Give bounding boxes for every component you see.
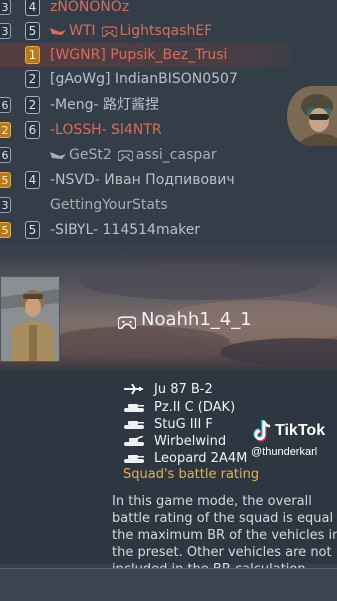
player-row[interactable]: 5 5 -SIBYL- 114514maker xyxy=(0,218,290,242)
player-name: LightsqashEF xyxy=(119,23,213,39)
squad-badge: 3 xyxy=(0,0,11,15)
squad-banner: Noahh1_4_1 xyxy=(0,252,337,370)
tank-icon xyxy=(124,421,144,429)
vehicle-row[interactable]: Pz.II C (DAK) xyxy=(120,399,320,416)
tank-icon xyxy=(124,404,144,412)
tiktok-watermark: TikTok @thunderkarl xyxy=(251,418,337,463)
player-name: [gAoWg] IndianBISON0507 xyxy=(50,71,238,87)
player-row[interactable]: 6 2 -Meng- 路灯酱捏 xyxy=(0,93,290,117)
player-row[interactable]: 3 GettingYourStats xyxy=(0,193,290,217)
clan-tag: GeSt2 xyxy=(69,147,112,163)
rank-badge: 1 xyxy=(25,46,40,64)
player-row[interactable]: 3 5 WTI LightsqashEF xyxy=(0,19,290,43)
rank-badge: 4 xyxy=(25,0,40,16)
player-name-group: GeSt2 assi_caspar xyxy=(50,143,217,167)
squad-badge: 2 xyxy=(0,122,11,138)
rank-badge: 5 xyxy=(25,22,40,40)
player-row[interactable]: 6 GeSt2 assi_caspar xyxy=(0,143,290,167)
player-name: -SIBYL- 114514maker xyxy=(50,222,201,238)
squad-badge: 5 xyxy=(0,222,11,238)
gamepad-icon xyxy=(101,25,117,37)
rank-badge: 2 xyxy=(25,70,40,88)
tiktok-username: @thunderkarl xyxy=(251,446,318,458)
vehicle-name: Ju 87 B-2 xyxy=(154,382,213,397)
rank-badge: 2 xyxy=(25,96,40,114)
gamepad-icon xyxy=(117,149,133,161)
clan-wing-icon xyxy=(50,27,66,35)
player-row[interactable]: 5 4 -NSVD- Иван Подпивович xyxy=(0,168,290,192)
plane-icon xyxy=(124,384,143,395)
clan-tag: WTI xyxy=(69,23,96,39)
squad-badge: 6 xyxy=(0,147,11,163)
vehicle-name: Wirbelwind xyxy=(154,434,227,449)
player-name: -LOSSH- Sl4NTR xyxy=(50,122,162,138)
squad-badge: 3 xyxy=(0,197,11,213)
player-name: GettingYourStats xyxy=(50,197,168,213)
squad-panel: Noahh1_4_1 Ju 87 B-2 Pz.II C (DAK) StuG … xyxy=(0,252,337,577)
squad-badge: 6 xyxy=(0,97,11,113)
squad-badge: 5 xyxy=(0,172,11,188)
player-name: assi_caspar xyxy=(135,147,217,163)
squad-battle-rating-label: Squad's battle rating xyxy=(123,467,260,482)
squad-badge: 3 xyxy=(0,23,11,39)
game-mode-description: In this game mode, the overall battle ra… xyxy=(112,494,337,577)
bottom-bar xyxy=(0,568,337,601)
player-portrait[interactable] xyxy=(0,276,60,362)
spaa-icon xyxy=(124,436,144,446)
player-list: 3 4 zNONONOz 3 5 WTI LightsqashEF 1 [WGNR… xyxy=(0,0,337,246)
tiktok-brand: TikTok xyxy=(275,422,326,439)
vehicle-name: Leopard 2A4M xyxy=(154,451,248,466)
vehicle-name: StuG III F xyxy=(154,417,213,432)
rank-badge: 6 xyxy=(25,121,40,139)
player-name: -NSVD- Иван Подпивович xyxy=(50,172,235,188)
rank-badge: 4 xyxy=(25,171,40,189)
player-row[interactable]: 3 4 zNONONOz xyxy=(0,0,290,19)
squad-player-name: Noahh1_4_1 xyxy=(141,309,252,330)
player-name-group: WTI LightsqashEF xyxy=(50,19,212,43)
player-row[interactable]: 2 6 -LOSSH- Sl4NTR xyxy=(0,118,290,142)
tank-icon xyxy=(124,455,144,463)
vehicle-name: Pz.II C (DAK) xyxy=(154,400,236,415)
tiktok-logo-icon xyxy=(253,420,271,442)
vehicle-row[interactable]: Ju 87 B-2 xyxy=(120,381,320,398)
player-row[interactable]: 2 [gAoWg] IndianBISON0507 xyxy=(0,67,290,91)
pilot-avatar[interactable] xyxy=(287,86,337,146)
rank-badge: 5 xyxy=(25,221,40,239)
player-name: zNONONOz xyxy=(50,0,130,15)
clan-wing-icon xyxy=(50,151,66,159)
player-name: [WGNR] Pupsik_Bez_Trusi xyxy=(50,47,228,63)
pilot-avatar-image xyxy=(287,86,337,146)
player-row-highlighted[interactable]: 1 [WGNR] Pupsik_Bez_Trusi xyxy=(0,43,290,67)
gamepad-icon xyxy=(118,316,136,329)
pilot-portrait-image xyxy=(1,277,59,361)
player-name: -Meng- 路灯酱捏 xyxy=(50,97,160,113)
